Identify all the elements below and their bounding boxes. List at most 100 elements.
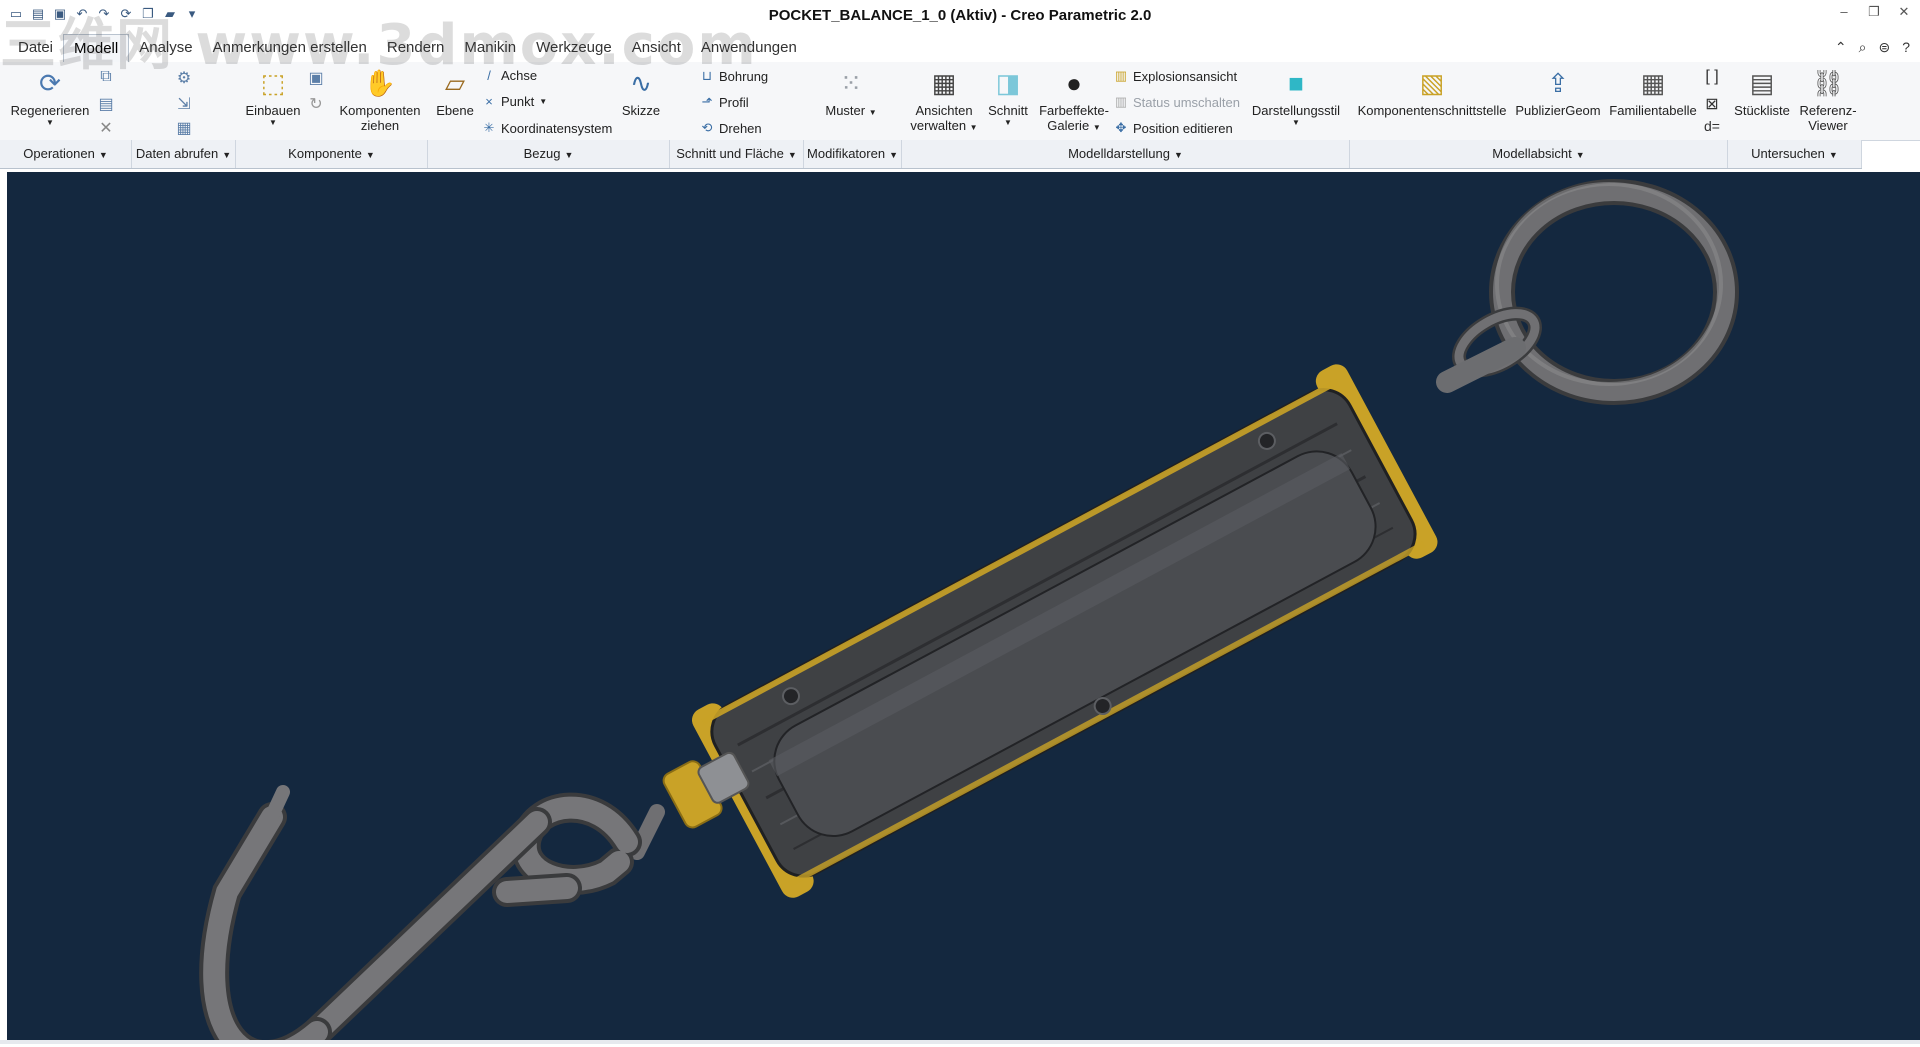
repeat-icon[interactable]: ↻ [306, 94, 326, 114]
search-icon[interactable]: ⌕ [1859, 39, 1867, 56]
group-daten-abrufen[interactable]: Daten abrufen ▼ [132, 140, 236, 168]
group-modelldarstellung[interactable]: Modelldarstellung ▼ [902, 140, 1350, 168]
close-icon[interactable]: ✕ [1896, 4, 1912, 20]
minimize-icon[interactable]: – [1836, 4, 1852, 20]
ansichten-label-2: verwalten [910, 118, 967, 133]
group-modifikatoren[interactable]: Modifikatoren ▼ [804, 140, 902, 168]
restore-icon[interactable]: ❐ [1866, 4, 1882, 20]
komponenten-ziehen-button[interactable]: ✋ Komponenten ziehen [334, 66, 426, 133]
komponentenschnittstelle-label: Komponentenschnittstelle [1357, 103, 1507, 118]
group-untersuchen[interactable]: Untersuchen ▼ [1728, 140, 1862, 168]
explosionsansicht-label: Explosionsansicht [1133, 68, 1238, 84]
family-table-icon: ▦ [1640, 68, 1666, 98]
user-defined-feature-icon[interactable]: ⚙ [174, 68, 194, 88]
plane-icon: ▱ [445, 68, 465, 98]
skizze-button[interactable]: ∿ Skizze [616, 66, 666, 118]
muster-button[interactable]: ⁙ Muster ▼ [818, 66, 884, 118]
minimize-ribbon-icon[interactable]: ⌃ [1835, 39, 1847, 56]
help-icon[interactable]: ? [1902, 39, 1910, 56]
position-editieren-button[interactable]: ✥ Position editieren [1114, 120, 1233, 136]
komponentenschnittstelle-button[interactable]: ▧ Komponentenschnittstelle [1352, 66, 1512, 118]
group-modellabsicht[interactable]: Modellabsicht ▼ [1350, 140, 1728, 168]
window-controls: – ❐ ✕ [1836, 4, 1912, 20]
publish-geometry-icon: ⇪ [1547, 68, 1569, 98]
einbauen-button[interactable]: ⬚ Einbauen ▼ [238, 66, 308, 127]
ribbon-tools: ⌃ ⌕ ⊜ ? [1835, 39, 1910, 56]
tab-rendern[interactable]: Rendern [377, 34, 455, 61]
ribbon-tabs: Datei Modell Analyse Anmerkungen erstell… [8, 34, 807, 62]
farbeffekte-label-2: Galerie [1047, 118, 1090, 133]
group-bezug[interactable]: Bezug ▼ [428, 140, 670, 168]
schnitt-button[interactable]: ◨ Schnitt ▼ [986, 66, 1030, 127]
create-component-icon[interactable]: ▣ [306, 68, 326, 88]
extrude-icon: ⬏ [701, 94, 713, 109]
tab-datei[interactable]: Datei [8, 34, 63, 61]
referenz-viewer-button[interactable]: ⛓ Referenz- Viewer [1796, 66, 1860, 133]
tab-manikin[interactable]: Manikin [454, 34, 526, 61]
explosionsansicht-button[interactable]: ▥ Explosionsansicht [1114, 68, 1237, 84]
delete-icon[interactable]: ✕ [96, 118, 116, 138]
graphics-viewport[interactable] [7, 172, 1920, 1047]
punkt-dropdown-icon: ▼ [539, 97, 548, 106]
toggle-status-icon: ▥ [1114, 94, 1128, 109]
status-umschalten-button[interactable]: ▥ Status umschalten [1114, 94, 1240, 110]
tab-anmerkungen[interactable]: Anmerkungen erstellen [203, 34, 377, 61]
left-edge [0, 172, 7, 1044]
ansichten-verwalten-button[interactable]: ▦ Ansichten verwalten ▼ [904, 66, 984, 133]
tab-modell[interactable]: Modell [63, 34, 130, 62]
farbeffekte-galerie-button[interactable]: ● Farbeffekte- Galerie ▼ [1034, 66, 1114, 133]
referenz-label-1: Referenz- [1799, 103, 1857, 118]
drehen-button[interactable]: ⟲ Drehen [700, 120, 762, 136]
farbeffekte-label-1: Farbeffekte- [1039, 103, 1109, 118]
ribbon-group-labels: Operationen ▼ Daten abrufen ▼ Komponente ▼ … [0, 140, 1862, 169]
koordinatensystem-label: Koordinatensystem [501, 120, 613, 136]
group-modifikatoren-label: Modifikatoren [807, 146, 886, 161]
parameters-icon[interactable]: [ ] [1702, 68, 1722, 86]
switch-dimensions-icon[interactable]: ⊠ [1702, 94, 1722, 114]
publiziergeom-button[interactable]: ⇪ PublizierGeom [1512, 66, 1604, 118]
tab-ansicht[interactable]: Ansicht [622, 34, 691, 61]
group-schnitt-und-flaeche[interactable]: Schnitt und Fläche ▼ [670, 140, 804, 168]
paste-icon[interactable]: ▤ [96, 94, 116, 114]
section-icon: ◨ [995, 68, 1021, 98]
stueckliste-button[interactable]: ▤ Stückliste [1730, 66, 1794, 118]
tab-werkzeuge[interactable]: Werkzeuge [526, 34, 622, 61]
punkt-label: Punkt [501, 94, 535, 109]
hole-icon: ⊔ [701, 68, 713, 83]
profil-button[interactable]: ⬏ Profil [700, 94, 749, 110]
group-komponente[interactable]: Komponente ▼ [236, 140, 428, 168]
ebene-button[interactable]: ▱ Ebene [432, 66, 478, 118]
familientabelle-button[interactable]: ▦ Familientabelle [1606, 66, 1700, 118]
balance-body[interactable] [686, 360, 1444, 902]
einbauen-label: Einbauen [245, 103, 301, 118]
tab-analyse[interactable]: Analyse [129, 34, 202, 61]
copy-icon[interactable]: ⧉ [96, 68, 116, 86]
regenerieren-button[interactable]: ⟳ Regenerieren ▼ [8, 66, 92, 127]
shrinkwrap-icon[interactable]: ▦ [174, 118, 194, 138]
koordinatensystem-button[interactable]: ✳ Koordinatensystem [482, 120, 613, 136]
view-manager-icon: ▦ [931, 68, 957, 98]
assemble-icon: ⬚ [260, 68, 286, 98]
tab-anwendungen[interactable]: Anwendungen [691, 34, 807, 61]
ansichten-dropdown-icon: ▼ [969, 123, 978, 132]
group-operationen[interactable]: Operationen ▼ [0, 140, 132, 168]
komponenten-ziehen-label-1: Komponenten [339, 103, 421, 118]
chevron-down-icon: ▼ [1828, 150, 1838, 160]
copy-geometry-icon[interactable]: ⇲ [174, 94, 194, 114]
chevron-down-icon: ▼ [98, 150, 108, 160]
chevron-down-icon: ▼ [365, 150, 375, 160]
community-icon[interactable]: ⊜ [1878, 39, 1890, 56]
bohrung-button[interactable]: ⊔ Bohrung [700, 68, 768, 84]
hanging-ring[interactable] [1489, 179, 1739, 405]
familientabelle-label: Familientabelle [1609, 103, 1697, 118]
darstellungsstil-button[interactable]: ■ Darstellungsstil ▼ [1250, 66, 1342, 127]
regenerate-icon: ⟳ [39, 68, 61, 98]
profil-label: Profil [719, 94, 749, 110]
punkt-button[interactable]: × Punkt ▼ [482, 94, 547, 109]
achse-label: Achse [501, 68, 538, 83]
relations-icon[interactable]: d= [1702, 118, 1722, 134]
ribbon-tabs-row: Datei Modell Analyse Anmerkungen erstell… [0, 34, 1920, 63]
group-komponente-label: Komponente [288, 146, 362, 161]
hook[interactable] [199, 785, 665, 1047]
achse-button[interactable]: / Achse [482, 68, 537, 83]
